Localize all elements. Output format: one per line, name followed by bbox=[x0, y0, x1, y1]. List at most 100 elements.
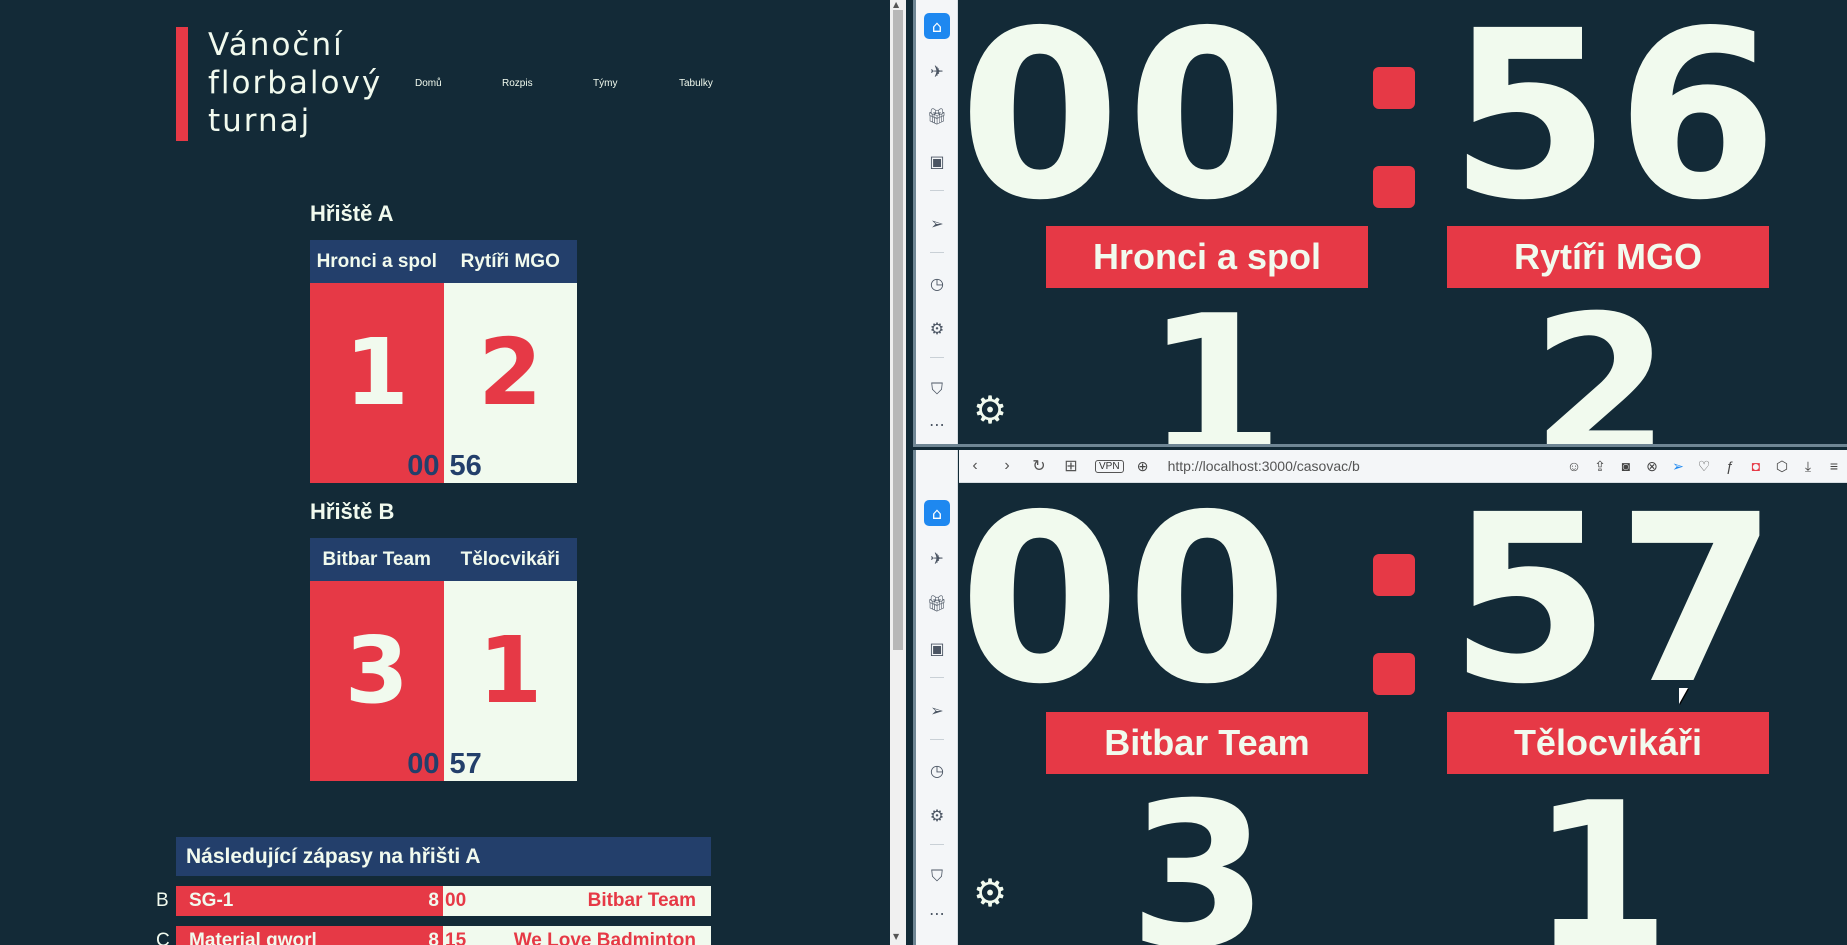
heart-icon[interactable]: ♡ bbox=[1691, 458, 1717, 475]
timer-window-a: ⌂ ✈ 🎁︎ ▣ ➢ ◷ ⚙ ⛉ ⋯ 00 56 Hronci a spol R… bbox=[913, 0, 1847, 447]
gift-icon[interactable]: 🎁︎ bbox=[924, 590, 950, 616]
scoreboard-header: Bitbar Team Tělocvikáři bbox=[310, 538, 577, 581]
away-score: 1 bbox=[1531, 760, 1671, 945]
match-away-cell: 00 Bitbar Team bbox=[443, 886, 711, 916]
timer-minutes: 00 bbox=[407, 450, 440, 482]
upcoming-matches-heading: Následující zápasy na hřišti A bbox=[176, 837, 711, 876]
timer-seconds: 56 bbox=[449, 450, 482, 482]
scroll-down-arrow-icon[interactable]: ▼ bbox=[893, 932, 899, 941]
more-icon[interactable]: ⋯ bbox=[924, 411, 950, 437]
formula-icon[interactable]: ƒ bbox=[1717, 458, 1743, 474]
gift-icon[interactable]: 🎁︎ bbox=[924, 103, 950, 129]
field-heading: Hřiště A bbox=[310, 201, 394, 226]
url-field[interactable]: http://localhost:3000/casovac/b bbox=[1168, 458, 1561, 474]
reload-icon[interactable]: ↻ bbox=[1023, 456, 1055, 476]
colon-dot bbox=[1373, 554, 1415, 596]
match-minute: 15 bbox=[445, 930, 467, 945]
match-hour: 8 bbox=[428, 890, 439, 911]
timer-minutes: 00 bbox=[959, 484, 1294, 735]
tournament-site: Vánoční florbalový turnaj Domů Rozpis Tý… bbox=[0, 0, 890, 945]
send-icon[interactable]: ➢ bbox=[924, 697, 950, 723]
settings-gear-icon[interactable]: ⚙ bbox=[969, 389, 1011, 431]
settings-gear-icon[interactable]: ⚙ bbox=[969, 872, 1011, 914]
tabs-grid-icon[interactable]: ⊞ bbox=[1055, 456, 1087, 476]
browser-sidebar: ⌂ ✈ 🎁︎ ▣ ➢ ◷ ⚙ ⛉ ⋯ bbox=[916, 0, 958, 444]
password-icon[interactable]: ⛉ bbox=[924, 376, 950, 402]
scoreboard-field-a[interactable]: Hronci a spol Rytíři MGO 1 00 2 56 bbox=[310, 240, 577, 483]
nav-teams[interactable]: Týmy bbox=[593, 78, 617, 89]
timer-seconds: 57 bbox=[449, 748, 482, 780]
gear-icon[interactable]: ⚙ bbox=[924, 802, 950, 828]
match-group: B bbox=[156, 890, 169, 911]
scoreboard-body: 3 00 1 57 bbox=[310, 581, 577, 781]
more-icon[interactable]: ⋯ bbox=[924, 900, 950, 926]
gear-icon[interactable]: ⚙ bbox=[924, 315, 950, 341]
send-icon[interactable]: ➢ bbox=[924, 210, 950, 236]
home-score: 1 bbox=[1145, 273, 1285, 445]
briefcase-icon[interactable]: ▣ bbox=[924, 148, 950, 174]
sidebar-divider bbox=[930, 739, 944, 740]
upcoming-match-row[interactable]: B SG-1 8 00 Bitbar Team bbox=[156, 886, 711, 916]
match-hour: 8 bbox=[428, 930, 439, 945]
globe-icon[interactable]: ⊕ bbox=[1130, 458, 1156, 475]
clock-icon[interactable]: ◷ bbox=[924, 757, 950, 783]
timer-display: 00 57 Bitbar Team Tělocvikáři 3 1 ⚙ bbox=[959, 484, 1847, 945]
timer-minutes: 00 bbox=[959, 0, 1294, 251]
scroll-thumb[interactable] bbox=[893, 10, 903, 650]
match-home-cell: Material gworl 8 bbox=[176, 926, 443, 945]
scoreboard-header: Hronci a spol Rytíři MGO bbox=[310, 240, 577, 283]
match-home-team: SG-1 bbox=[189, 890, 234, 911]
airplane-icon[interactable]: ✈ bbox=[924, 58, 950, 84]
timer-minutes: 00 bbox=[407, 748, 440, 780]
mouse-cursor-icon bbox=[1679, 688, 1688, 704]
away-team-name: Tělocvikáři bbox=[460, 549, 560, 570]
emoji-icon[interactable]: ☺ bbox=[1561, 458, 1587, 474]
home-score: 3 bbox=[344, 617, 409, 724]
colon-dot bbox=[1373, 653, 1415, 695]
match-group: C bbox=[156, 930, 170, 945]
scroll-up-arrow-icon[interactable]: ▲ bbox=[893, 0, 899, 9]
timer-seconds: 57 bbox=[1449, 484, 1784, 735]
block-icon[interactable]: ⊗ bbox=[1639, 458, 1665, 475]
send-icon[interactable]: ➢ bbox=[1665, 458, 1691, 475]
nav-home[interactable]: Domů bbox=[415, 78, 442, 89]
share-icon[interactable]: ⇪ bbox=[1587, 458, 1613, 475]
airplane-icon[interactable]: ✈ bbox=[924, 545, 950, 571]
page-scrollbar[interactable]: ▲ ▼ bbox=[890, 0, 906, 945]
home-team-name: Bitbar Team bbox=[322, 549, 431, 570]
upcoming-match-row[interactable]: C Material gworl 8 15 We Love Badminton bbox=[156, 926, 711, 945]
colon-dot bbox=[1373, 166, 1415, 208]
sidebar-divider bbox=[930, 677, 944, 678]
sidebar-divider bbox=[930, 844, 944, 845]
away-team-name: Rytíři MGO bbox=[460, 251, 560, 272]
sidebar-divider bbox=[930, 357, 944, 358]
home-team-name: Hronci a spol bbox=[316, 251, 437, 272]
site-title[interactable]: Vánoční florbalový turnaj bbox=[208, 26, 408, 140]
home-score-panel: 1 00 bbox=[310, 283, 444, 483]
site-title-line: florbalový bbox=[208, 65, 383, 101]
timer-window-b: ⌂ ✈ 🎁︎ ▣ ➢ ◷ ⚙ ⛉ ⋯ ‹ › ↻ ⊞ VPN ⊕ http://… bbox=[913, 450, 1847, 945]
match-away-team: We Love Badminton bbox=[513, 930, 696, 945]
menu-icon[interactable]: ≡ bbox=[1821, 458, 1847, 474]
forward-icon[interactable]: › bbox=[991, 457, 1023, 475]
pocket-icon[interactable]: ◘ bbox=[1743, 458, 1769, 474]
back-icon[interactable]: ‹ bbox=[959, 457, 991, 475]
home-score: 1 bbox=[344, 319, 409, 426]
cube-icon[interactable]: ⬡ bbox=[1769, 458, 1795, 475]
password-icon[interactable]: ⛉ bbox=[924, 863, 950, 889]
briefcase-icon[interactable]: ▣ bbox=[924, 635, 950, 661]
download-icon[interactable]: ⤓ bbox=[1795, 458, 1821, 475]
brand-accent-bar bbox=[176, 27, 188, 141]
home-icon[interactable]: ⌂ bbox=[924, 500, 950, 526]
clock-icon[interactable]: ◷ bbox=[924, 270, 950, 296]
nav-tables[interactable]: Tabulky bbox=[679, 78, 713, 89]
scoreboard-field-b[interactable]: Bitbar Team Tělocvikáři 3 00 1 57 bbox=[310, 538, 577, 781]
nav-schedule[interactable]: Rozpis bbox=[502, 78, 533, 89]
vpn-badge[interactable]: VPN bbox=[1095, 459, 1124, 473]
home-icon[interactable]: ⌂ bbox=[924, 13, 950, 39]
away-score: 2 bbox=[1531, 273, 1671, 445]
away-score-panel: 1 57 bbox=[443, 581, 577, 781]
home-score-panel: 3 00 bbox=[310, 581, 444, 781]
camera-icon[interactable]: ◙ bbox=[1613, 458, 1639, 474]
address-bar: ‹ › ↻ ⊞ VPN ⊕ http://localhost:3000/caso… bbox=[959, 450, 1847, 483]
